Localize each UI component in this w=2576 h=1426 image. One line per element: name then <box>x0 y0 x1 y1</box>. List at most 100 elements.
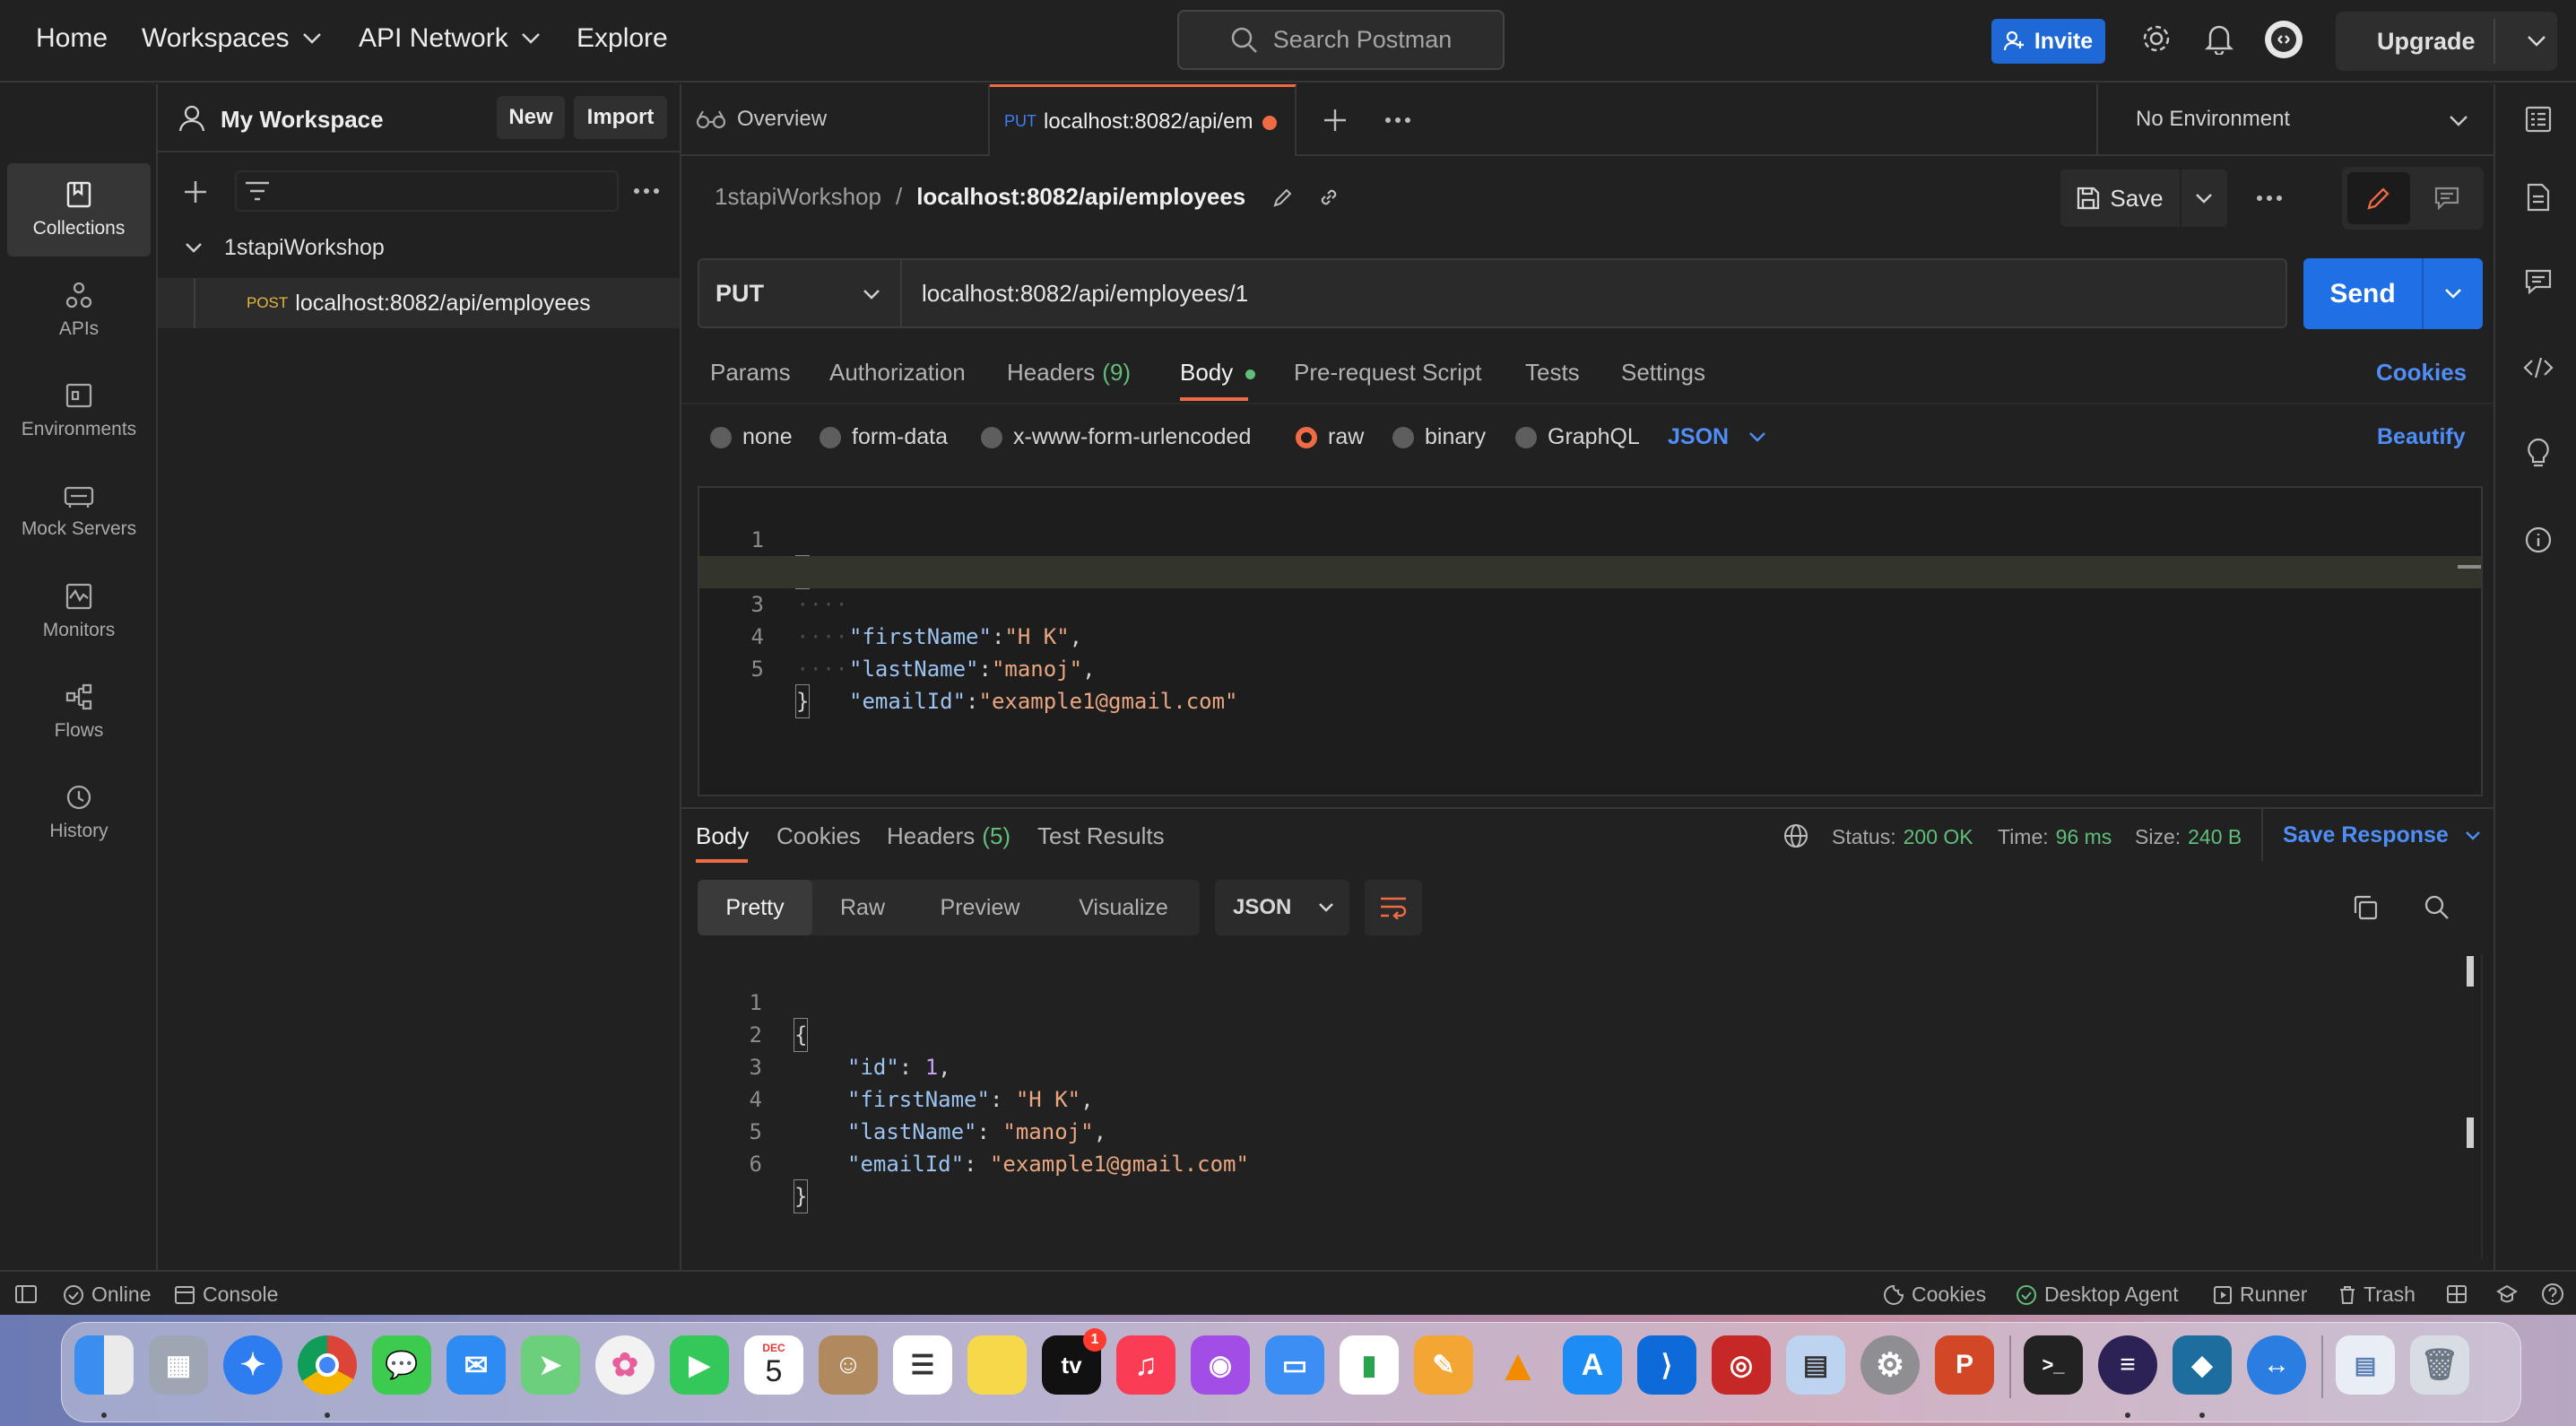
finder-icon[interactable] <box>74 1335 134 1395</box>
nav-explore[interactable]: Explore <box>577 23 668 54</box>
photos-icon[interactable]: ✿ <box>595 1335 655 1395</box>
radio-graphql[interactable]: GraphQL <box>1515 424 1640 450</box>
resp-tab-body[interactable]: Body <box>696 822 749 863</box>
cookies-button[interactable]: Cookies <box>1883 1283 1986 1307</box>
response-body-viewer[interactable]: 1 { 2 "id": 1, 3 "firstName": "H K", 4 "… <box>698 954 2483 1259</box>
rail-history[interactable]: History <box>7 766 151 859</box>
terminal-icon[interactable]: >_ <box>2024 1335 2083 1395</box>
radio-x-www-form-urlencoded[interactable]: x-www-form-urlencoded <box>981 424 1251 450</box>
view-tab-visualize[interactable]: Visualize <box>1047 880 1200 935</box>
url-input[interactable]: localhost:8082/api/employees/1 <box>902 258 2287 328</box>
save-button[interactable]: Save <box>2060 170 2179 227</box>
rail-mock-servers[interactable]: Mock Servers <box>7 465 151 558</box>
reminders-icon[interactable]: ☰ <box>893 1335 952 1395</box>
tab-body[interactable]: Body <box>1180 359 1255 401</box>
cookies-link[interactable]: Cookies <box>2376 359 2467 387</box>
more-options-icon[interactable] <box>633 187 660 196</box>
collection-item[interactable]: 1stapiWorkshop <box>158 224 680 271</box>
send-button[interactable]: Send <box>2303 258 2422 329</box>
radio-raw[interactable]: raw <box>1296 424 1364 450</box>
new-button[interactable]: New <box>497 96 565 139</box>
resp-tab-cookies[interactable]: Cookies <box>776 822 861 850</box>
rail-flows[interactable]: Flows <box>7 665 151 759</box>
radio-none[interactable]: none <box>710 424 793 450</box>
tab-overview[interactable]: Overview <box>681 84 990 154</box>
apple-tv-icon[interactable]: tv 1 <box>1042 1328 1106 1395</box>
facetime-icon[interactable]: ▶ <box>670 1335 729 1395</box>
system-settings-icon[interactable]: ⚙ <box>1860 1335 1920 1395</box>
photo-booth-icon[interactable]: ◎ <box>1712 1335 1771 1395</box>
preview-icon[interactable]: ▤ <box>1786 1335 1845 1395</box>
eclipse-icon[interactable]: ≡ <box>2098 1335 2157 1395</box>
comment-mode-button[interactable] <box>2416 172 2478 224</box>
workspace-name[interactable]: My Workspace <box>221 106 384 134</box>
runner-button[interactable]: Runner <box>2213 1283 2307 1307</box>
tab-headers[interactable]: Headers (9) <box>1007 359 1131 387</box>
documentation-icon[interactable] <box>2527 183 2550 212</box>
toggle-sidebar-icon[interactable] <box>14 1284 38 1304</box>
podcasts-icon[interactable]: ◉ <box>1191 1335 1250 1395</box>
import-button[interactable]: Import <box>574 96 667 139</box>
copy-icon[interactable] <box>2352 894 2379 921</box>
request-item[interactable]: POST localhost:8082/api/employees <box>158 278 680 328</box>
breadcrumb-collection[interactable]: 1stapiWorkshop <box>715 183 881 211</box>
method-select[interactable]: PUT <box>698 258 902 328</box>
lightbulb-icon[interactable] <box>2526 438 2551 468</box>
launchpad-icon[interactable]: ▦ <box>149 1335 208 1395</box>
nav-workspaces[interactable]: Workspaces <box>142 23 322 54</box>
tabs-more-icon[interactable] <box>1384 116 1411 125</box>
tab-authorization[interactable]: Authorization <box>829 359 966 387</box>
response-format-select[interactable]: JSON <box>1215 880 1349 935</box>
safari-icon[interactable]: ✦ <box>223 1335 282 1395</box>
resp-tab-test-results[interactable]: Test Results <box>1037 822 1165 850</box>
view-tab-raw[interactable]: Raw <box>812 880 913 935</box>
maps-icon[interactable]: ➤ <box>521 1335 580 1395</box>
globe-icon[interactable] <box>1782 822 1809 849</box>
calendar-icon[interactable]: DEC 5 <box>744 1335 803 1395</box>
radio-binary[interactable]: binary <box>1392 424 1486 450</box>
tab-settings[interactable]: Settings <box>1621 359 1705 387</box>
beautify-button[interactable]: Beautify <box>2377 424 2466 450</box>
rail-apis[interactable]: APIs <box>7 264 151 357</box>
request-more-icon[interactable] <box>2256 194 2283 203</box>
pages-icon[interactable]: ✎ <box>1414 1335 1473 1395</box>
trash-button[interactable]: Trash <box>2338 1283 2416 1307</box>
desktop-agent-button[interactable]: Desktop Agent <box>2016 1283 2179 1307</box>
breadcrumb-request-name[interactable]: localhost:8082/api/employees <box>916 183 1245 211</box>
settings-button[interactable] <box>2140 22 2173 55</box>
search-input[interactable]: Search Postman <box>1177 10 1505 70</box>
plus-icon[interactable] <box>183 179 208 204</box>
resp-tab-headers[interactable]: Headers (5) <box>887 822 1010 850</box>
mysql-workbench-icon[interactable]: ◆ <box>2173 1335 2232 1395</box>
invite-button[interactable]: Invite <box>1991 19 2105 64</box>
response-size[interactable]: Size: 240 B <box>2135 825 2242 849</box>
vlc-icon[interactable]: ▲ <box>1488 1335 1548 1395</box>
app-store-icon[interactable]: A <box>1563 1335 1622 1395</box>
notifications-button[interactable] <box>2204 22 2234 55</box>
chrome-icon[interactable] <box>298 1335 357 1395</box>
tab-tests[interactable]: Tests <box>1525 359 1580 387</box>
environment-select[interactable]: No Environment <box>2096 84 2494 156</box>
teamviewer-icon[interactable]: ↔ <box>2247 1335 2306 1395</box>
numbers-icon[interactable]: ▮ <box>1340 1335 1399 1395</box>
tab-params[interactable]: Params <box>710 359 791 387</box>
request-body-editor[interactable]: 1 { 2 ···· "firstName":"H K", 3 ···· "la… <box>698 486 2483 796</box>
vscode-icon[interactable]: ⟩ <box>1637 1335 1696 1395</box>
info-icon[interactable] <box>2525 526 2552 553</box>
contacts-icon[interactable]: ☺ <box>819 1335 878 1395</box>
nav-api-network[interactable]: API Network <box>359 23 541 54</box>
music-icon[interactable]: ♫ <box>1116 1335 1175 1395</box>
chevron-down-icon[interactable] <box>2444 288 2462 300</box>
edit-mode-button[interactable] <box>2347 172 2410 224</box>
console-button[interactable]: Console <box>174 1283 278 1307</box>
link-icon[interactable] <box>1317 186 1340 209</box>
powerpoint-icon[interactable]: P <box>1935 1335 1994 1395</box>
chevron-down-icon[interactable] <box>2527 35 2546 48</box>
response-divider[interactable] <box>681 807 2494 809</box>
downloads-stack-icon[interactable]: ▤ <box>2336 1335 2395 1395</box>
bootcamp-icon[interactable] <box>2496 1284 2518 1304</box>
code-icon[interactable] <box>2523 357 2554 378</box>
search-icon[interactable] <box>2424 894 2450 921</box>
tab-active-request[interactable]: PUT localhost:8082/api/em <box>990 84 1297 156</box>
layout-icon[interactable] <box>2446 1284 2468 1304</box>
